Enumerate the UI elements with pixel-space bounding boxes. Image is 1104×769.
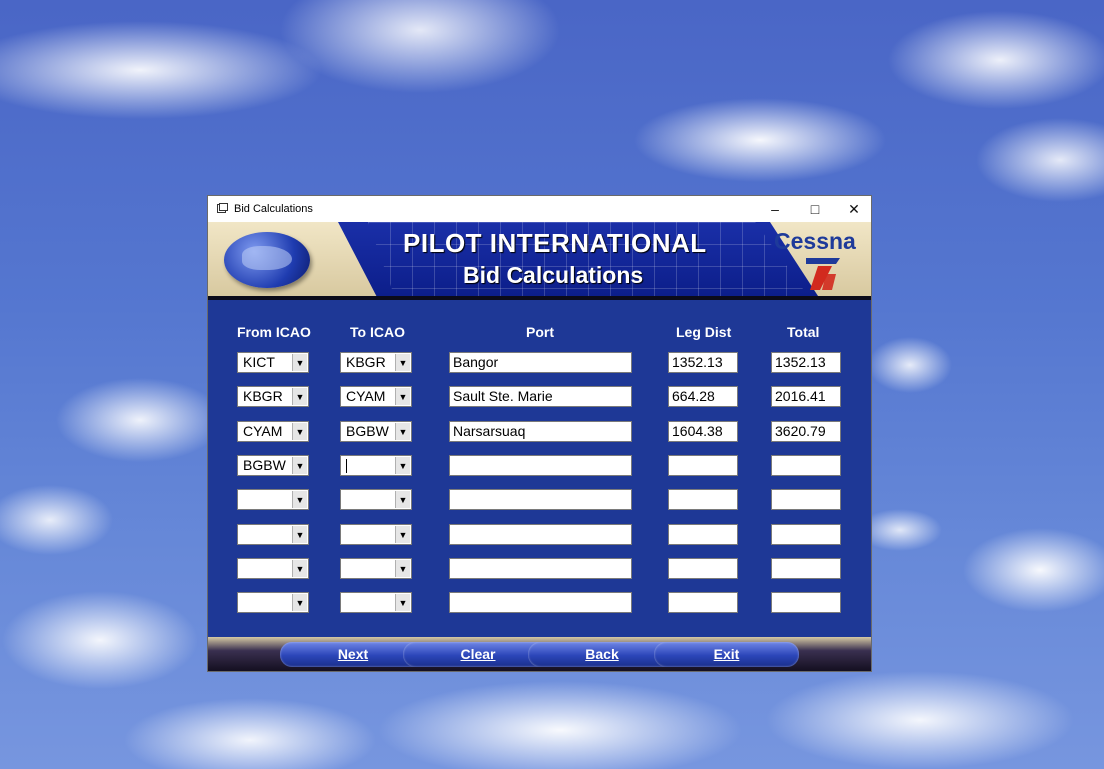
from-icao-combo[interactable]: ▼ [237, 558, 309, 579]
app-icon [217, 203, 228, 213]
chevron-down-icon[interactable]: ▼ [395, 594, 410, 611]
port-field[interactable] [449, 489, 632, 510]
to-icao-value: BGBW [346, 423, 389, 439]
from-icao-value: CYAM [243, 423, 283, 439]
total-field[interactable]: 1352.13 [771, 352, 841, 373]
to-icao-combo[interactable]: ▼ [340, 489, 412, 510]
cessna-brand-label: Cessna [774, 228, 856, 254]
header-to-icao: To ICAO [350, 324, 405, 340]
banner-subtitle: Bid Calculations [463, 262, 644, 288]
port-field[interactable] [449, 524, 632, 545]
leg-dist-field[interactable] [668, 489, 738, 510]
from-icao-combo[interactable]: ▼ [237, 592, 309, 613]
chevron-down-icon[interactable]: ▼ [292, 457, 307, 474]
header-from-icao: From ICAO [237, 324, 311, 340]
chevron-down-icon[interactable]: ▼ [395, 354, 410, 371]
from-icao-value: KBGR [243, 388, 283, 404]
from-icao-combo[interactable]: BGBW ▼ [237, 455, 309, 476]
from-icao-value: BGBW [243, 457, 286, 473]
port-field[interactable] [449, 558, 632, 579]
chevron-down-icon[interactable]: ▼ [395, 423, 410, 440]
from-icao-value: KICT [243, 354, 275, 370]
chevron-down-icon[interactable]: ▼ [395, 388, 410, 405]
port-field[interactable] [449, 455, 632, 476]
title-bar[interactable]: Bid Calculations – □ ✕ [208, 196, 871, 222]
chevron-down-icon[interactable]: ▼ [395, 560, 410, 577]
to-icao-value: CYAM [346, 388, 386, 404]
banner-title: PILOT INTERNATIONAL [403, 228, 707, 258]
chevron-down-icon[interactable]: ▼ [395, 526, 410, 543]
total-field[interactable] [771, 524, 841, 545]
total-field[interactable] [771, 489, 841, 510]
close-icon[interactable]: ✕ [834, 196, 874, 222]
minimize-icon[interactable]: – [755, 196, 795, 222]
from-icao-combo[interactable]: CYAM ▼ [237, 421, 309, 442]
header-banner: PILOT INTERNATIONAL Bid Calculations Ces… [208, 222, 871, 296]
leg-dist-field[interactable]: 1352.13 [668, 352, 738, 373]
total-field[interactable]: 3620.79 [771, 421, 841, 442]
globe-logo-icon [224, 232, 310, 288]
to-icao-combo[interactable]: KBGR ▼ [340, 352, 412, 373]
chevron-down-icon[interactable]: ▼ [395, 457, 410, 474]
chevron-down-icon[interactable]: ▼ [292, 560, 307, 577]
chevron-down-icon[interactable]: ▼ [395, 491, 410, 508]
to-icao-combo[interactable]: ▼ [340, 524, 412, 545]
port-field[interactable] [449, 592, 632, 613]
from-icao-combo[interactable]: ▼ [237, 524, 309, 545]
header-leg-dist: Leg Dist [676, 324, 732, 340]
exit-button[interactable]: Exit [654, 642, 799, 667]
port-field[interactable]: Narsarsuaq [449, 421, 632, 442]
chevron-down-icon[interactable]: ▼ [292, 354, 307, 371]
total-field[interactable] [771, 558, 841, 579]
port-field[interactable]: Sault Ste. Marie [449, 386, 632, 407]
leg-dist-field[interactable] [668, 592, 738, 613]
from-icao-combo[interactable]: KICT ▼ [237, 352, 309, 373]
chevron-down-icon[interactable]: ▼ [292, 594, 307, 611]
from-icao-combo[interactable]: KBGR ▼ [237, 386, 309, 407]
chevron-down-icon[interactable]: ▼ [292, 526, 307, 543]
bid-calculations-window: Bid Calculations – □ ✕ PILOT INTERNATION… [207, 195, 872, 672]
window-title: Bid Calculations [234, 203, 313, 215]
chevron-down-icon[interactable]: ▼ [292, 423, 307, 440]
chevron-down-icon[interactable]: ▼ [292, 491, 307, 508]
leg-dist-field[interactable]: 1604.38 [668, 421, 738, 442]
from-icao-combo[interactable]: ▼ [237, 489, 309, 510]
to-icao-combo[interactable]: BGBW ▼ [340, 421, 412, 442]
text-cursor [346, 459, 347, 473]
header-total: Total [787, 324, 820, 340]
leg-dist-field[interactable] [668, 558, 738, 579]
header-port: Port [526, 324, 554, 340]
to-icao-combo[interactable]: CYAM ▼ [340, 386, 412, 407]
total-field[interactable] [771, 592, 841, 613]
leg-dist-field[interactable] [668, 524, 738, 545]
to-icao-value: KBGR [346, 354, 386, 370]
total-field[interactable] [771, 455, 841, 476]
port-field[interactable]: Bangor [449, 352, 632, 373]
chevron-down-icon[interactable]: ▼ [292, 388, 307, 405]
cessna-logo-icon [806, 258, 840, 290]
leg-dist-field[interactable] [668, 455, 738, 476]
to-icao-combo[interactable]: ▼ [340, 455, 412, 476]
total-field[interactable]: 2016.41 [771, 386, 841, 407]
maximize-icon[interactable]: □ [795, 196, 835, 222]
to-icao-combo[interactable]: ▼ [340, 592, 412, 613]
to-icao-combo[interactable]: ▼ [340, 558, 412, 579]
leg-dist-field[interactable]: 664.28 [668, 386, 738, 407]
